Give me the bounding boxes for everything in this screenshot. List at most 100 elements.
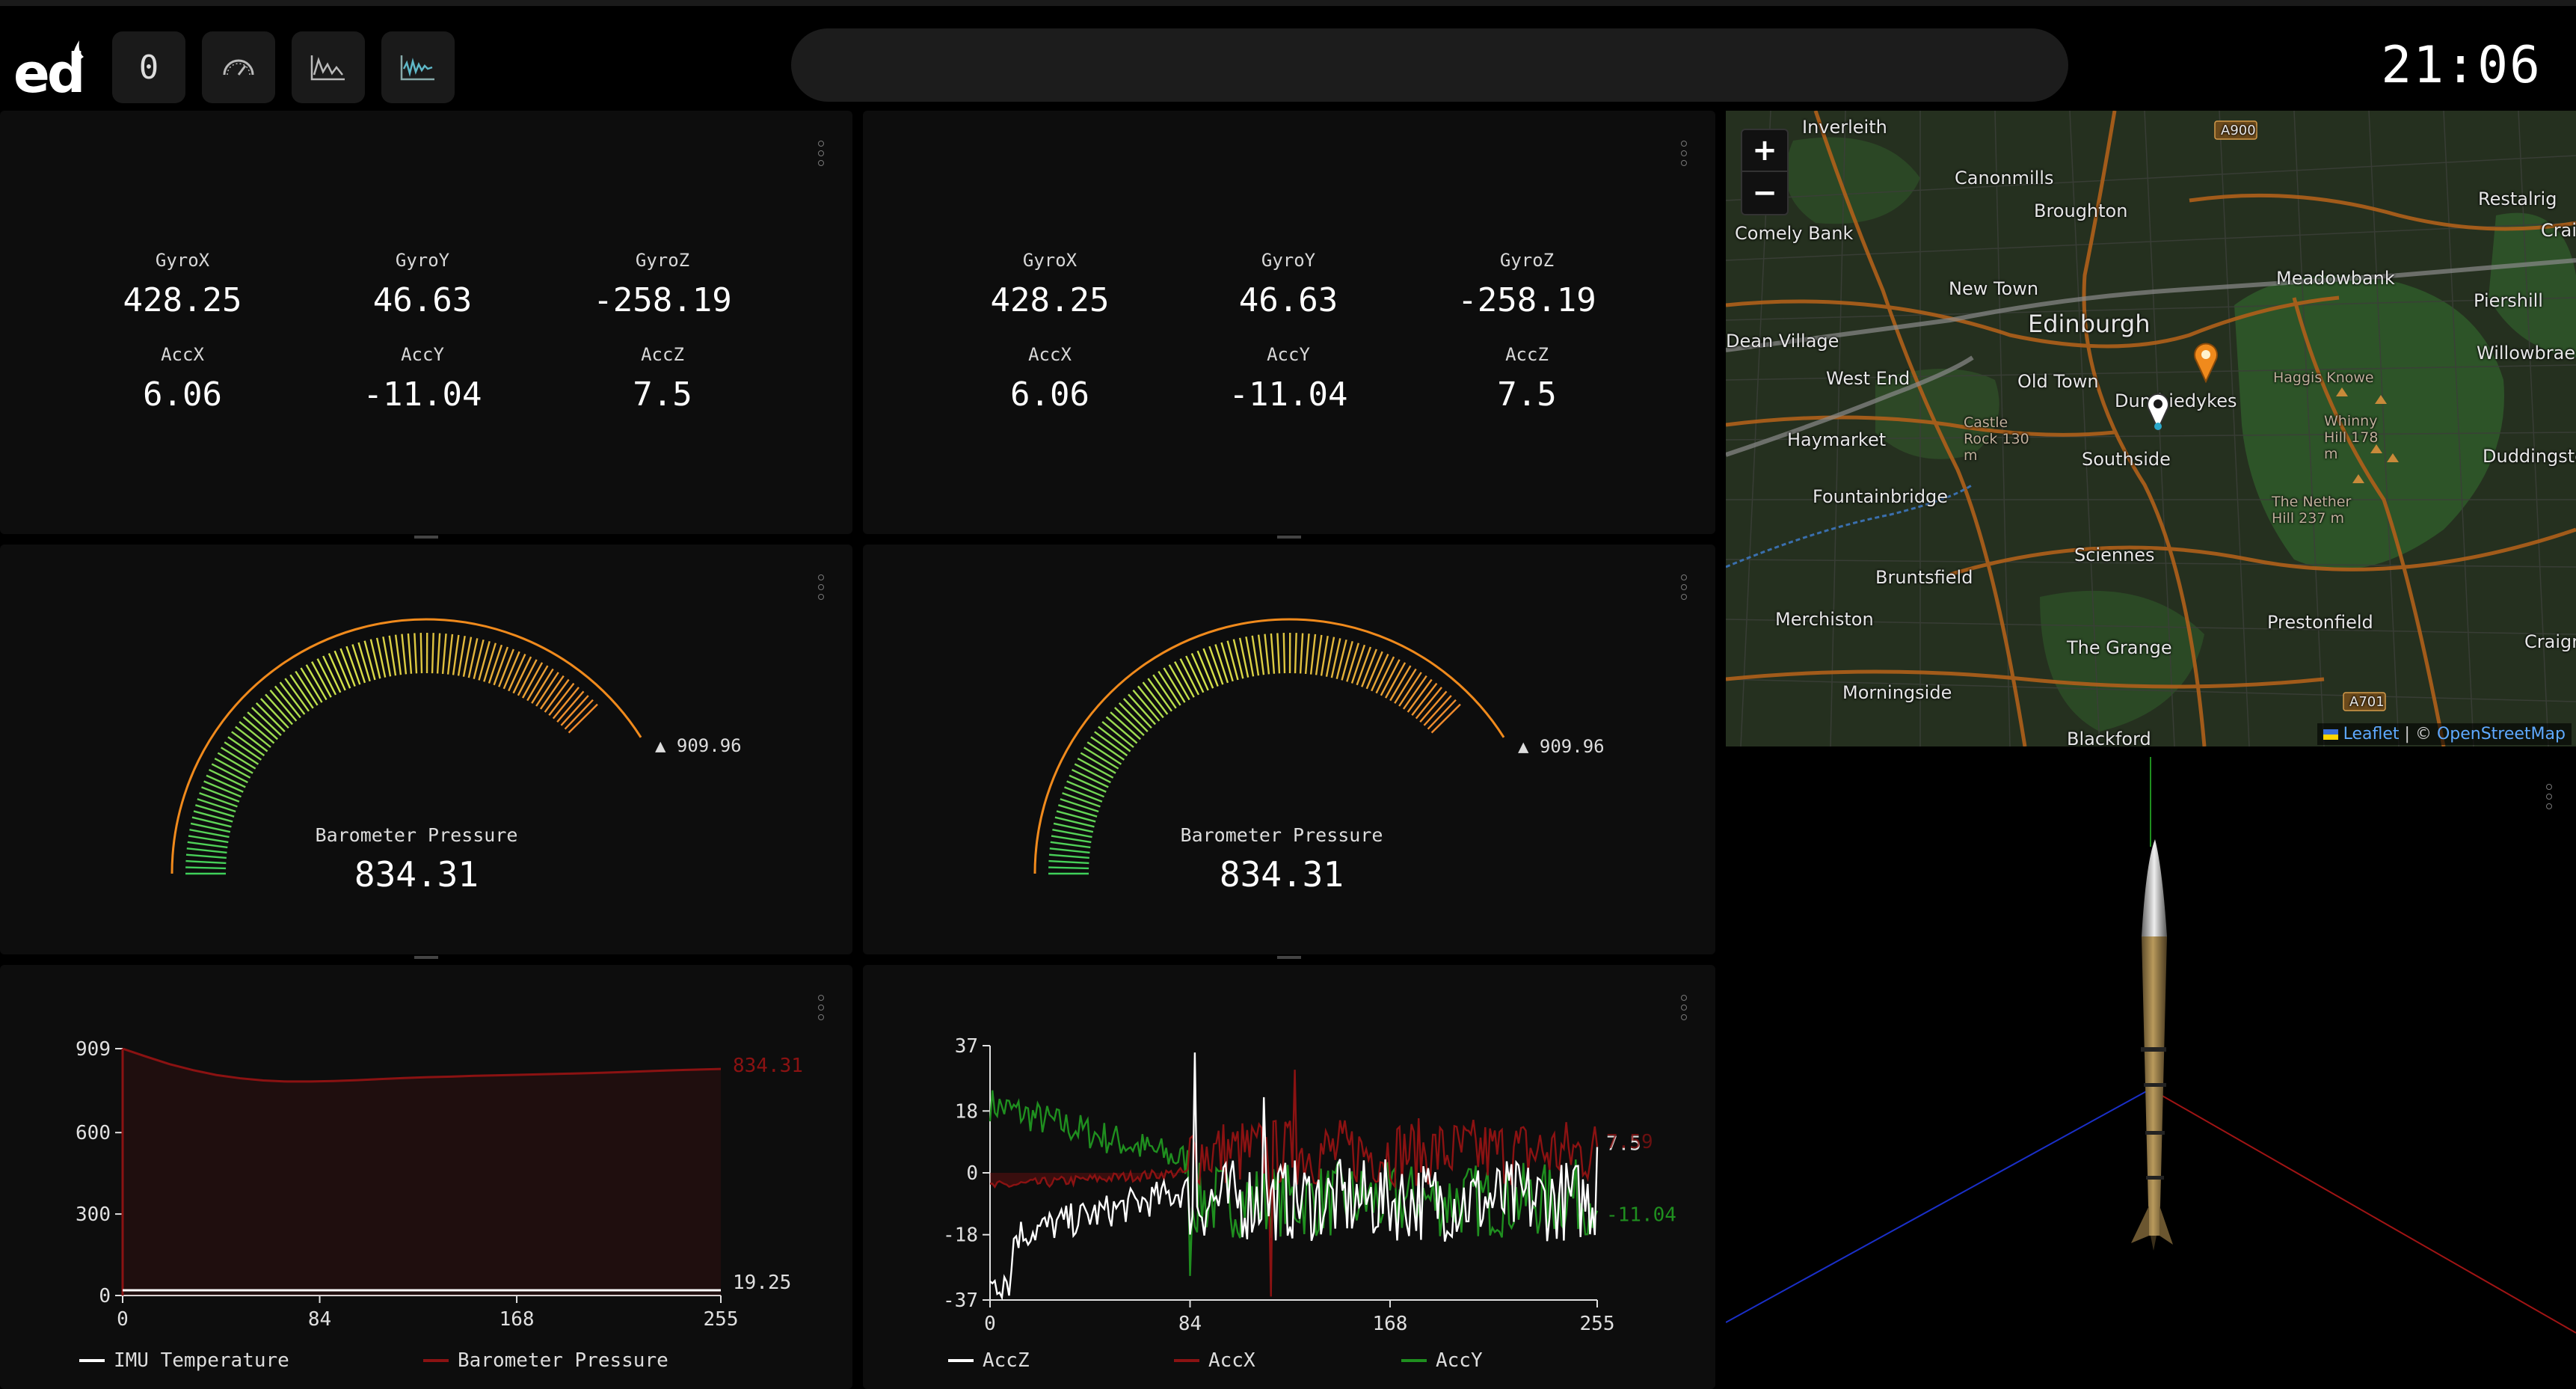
gauge-tick — [1423, 695, 1452, 726]
map-label: Craigmillar — [2524, 631, 2576, 652]
gauge-tick — [1299, 633, 1304, 674]
panel-resize-handle[interactable] — [414, 536, 438, 539]
y-tick-label: 0 — [966, 1162, 978, 1185]
readout-label: AccX — [161, 344, 204, 365]
openstreetmap-link[interactable]: OpenStreetMap — [2437, 725, 2566, 743]
legend-label: AccX — [1208, 1349, 1255, 1372]
map-label: Broughton — [2034, 200, 2128, 221]
panel-resize-handle[interactable] — [1277, 536, 1301, 539]
rocket-3d-view[interactable] — [1726, 757, 2576, 1389]
map-label: Craigen — [2541, 220, 2576, 241]
map-label: Duddingsto — [2483, 446, 2576, 467]
road-shield-label: A701 — [2349, 694, 2385, 710]
leaflet-link[interactable]: Leaflet — [2343, 725, 2400, 743]
x-axis-line — [2150, 1088, 2576, 1334]
panel-resize-handle[interactable] — [414, 956, 438, 959]
app-logo[interactable]: ed — [13, 40, 85, 105]
gauge-tick — [188, 835, 229, 844]
panel-menu-icon[interactable] — [1681, 141, 1688, 166]
zoom-out-button[interactable]: − — [1742, 172, 1787, 214]
y-tick-label: 37 — [955, 1035, 978, 1058]
gauge-tick — [255, 702, 286, 732]
gauge-tick — [194, 804, 235, 818]
imu-readout-panel-2: GyroX 428.25 GyroY 46.63 GyroZ -258.19 A… — [863, 111, 1715, 539]
panel-menu-icon[interactable] — [818, 141, 826, 166]
readout-label: GyroZ — [1499, 250, 1555, 271]
gauge-tick — [269, 689, 298, 722]
gauge-tick — [552, 687, 580, 720]
counter-button[interactable]: 0 — [112, 31, 185, 103]
map-label: Blackford — [2067, 729, 2151, 746]
gauge-tick — [1350, 644, 1366, 684]
readout-value: 428.25 — [990, 281, 1110, 319]
gauge-title: Barometer Pressure — [1180, 824, 1383, 846]
map-view[interactable]: Inverleith Canonmills Broughton Comely B… — [1726, 111, 2576, 746]
readout-label: GyroY — [1261, 250, 1316, 271]
legend-swatch — [79, 1359, 105, 1362]
gauge-tick — [457, 635, 466, 676]
gauge-max-marker-icon: ▲ — [1518, 736, 1540, 757]
y-tick-label: -18 — [943, 1224, 978, 1247]
gauge-tick — [1415, 687, 1442, 720]
gauge-tick — [493, 646, 509, 686]
map-label: Comely Bank — [1735, 223, 1854, 244]
legend-barometer-pressure[interactable]: Barometer Pressure — [423, 1349, 668, 1372]
gauge-tick — [1214, 644, 1229, 684]
accx-end-label: 7.59 — [1606, 1131, 1653, 1153]
launch-site-marker-icon[interactable] — [2191, 341, 2221, 383]
readout-value: -11.04 — [363, 375, 482, 414]
gauge-tick — [185, 859, 227, 865]
gauge-tick — [1048, 853, 1089, 859]
readout-label: AccX — [1028, 344, 1072, 365]
gauge-tick — [1346, 643, 1360, 682]
gauge-tick — [478, 641, 491, 681]
map-label: Whinny Hill 178 m — [2324, 413, 2379, 462]
gauge-tick — [197, 798, 236, 813]
gauge-title: Barometer Pressure — [315, 824, 518, 846]
gauge-tick — [242, 716, 275, 744]
gauge-tick — [1270, 633, 1276, 674]
legend-accz[interactable]: AccZ — [948, 1349, 1030, 1372]
map-label: Piershill — [2474, 290, 2543, 311]
x-tick-label: 84 — [308, 1308, 331, 1331]
gauge-tick — [185, 853, 227, 859]
gauge-tick — [1110, 711, 1141, 741]
line-chart-icon — [310, 55, 345, 81]
gauge-tick — [1208, 646, 1224, 685]
gauge-tick — [564, 699, 594, 730]
readout-value: 46.63 — [372, 281, 473, 319]
panel-resize-handle[interactable] — [1277, 956, 1301, 959]
current-location-marker-icon[interactable] — [2145, 392, 2171, 431]
readout-value: 428.25 — [123, 281, 242, 319]
x-tick-label: 84 — [1178, 1313, 1202, 1335]
gauge-value: 834.31 — [1219, 854, 1344, 895]
legend-swatch — [1174, 1359, 1199, 1362]
gauge-tick — [1051, 835, 1092, 844]
readout-value: -258.19 — [1457, 281, 1596, 319]
waveform-icon — [400, 55, 434, 81]
gauge-value: 834.31 — [354, 854, 479, 895]
legend-imu-temperature[interactable]: IMU Temperature — [79, 1349, 289, 1372]
attribution-separator: | © — [2404, 725, 2432, 743]
gauge-tick — [1048, 859, 1089, 865]
command-bar[interactable] — [791, 28, 2068, 102]
gauge-tick — [199, 792, 238, 808]
readout-label: GyroX — [155, 250, 210, 271]
readout-gyrox: GyroX 428.25 — [930, 250, 1169, 319]
line-chart-view-button[interactable] — [292, 31, 365, 103]
zoom-in-button[interactable]: + — [1742, 130, 1787, 172]
gauge-tick — [259, 698, 289, 729]
legend-accx[interactable]: AccX — [1174, 1349, 1255, 1372]
x-tick-label: 0 — [117, 1308, 129, 1331]
map-label: Bruntsfield — [1875, 567, 1973, 588]
gauge-tick — [357, 642, 371, 682]
gauge-view-button[interactable] — [202, 31, 275, 103]
waveform-view-button[interactable] — [381, 31, 455, 103]
gauge-tick — [1056, 810, 1096, 823]
map-attribution: Leaflet | © OpenStreetMap — [2317, 723, 2572, 745]
map-label: Fountainbridge — [1813, 486, 1949, 507]
gauge-tick — [1062, 792, 1101, 808]
map-label: Haymarket — [1787, 429, 1887, 450]
legend-accy[interactable]: AccY — [1401, 1349, 1483, 1372]
readout-value: 46.63 — [1238, 281, 1338, 319]
